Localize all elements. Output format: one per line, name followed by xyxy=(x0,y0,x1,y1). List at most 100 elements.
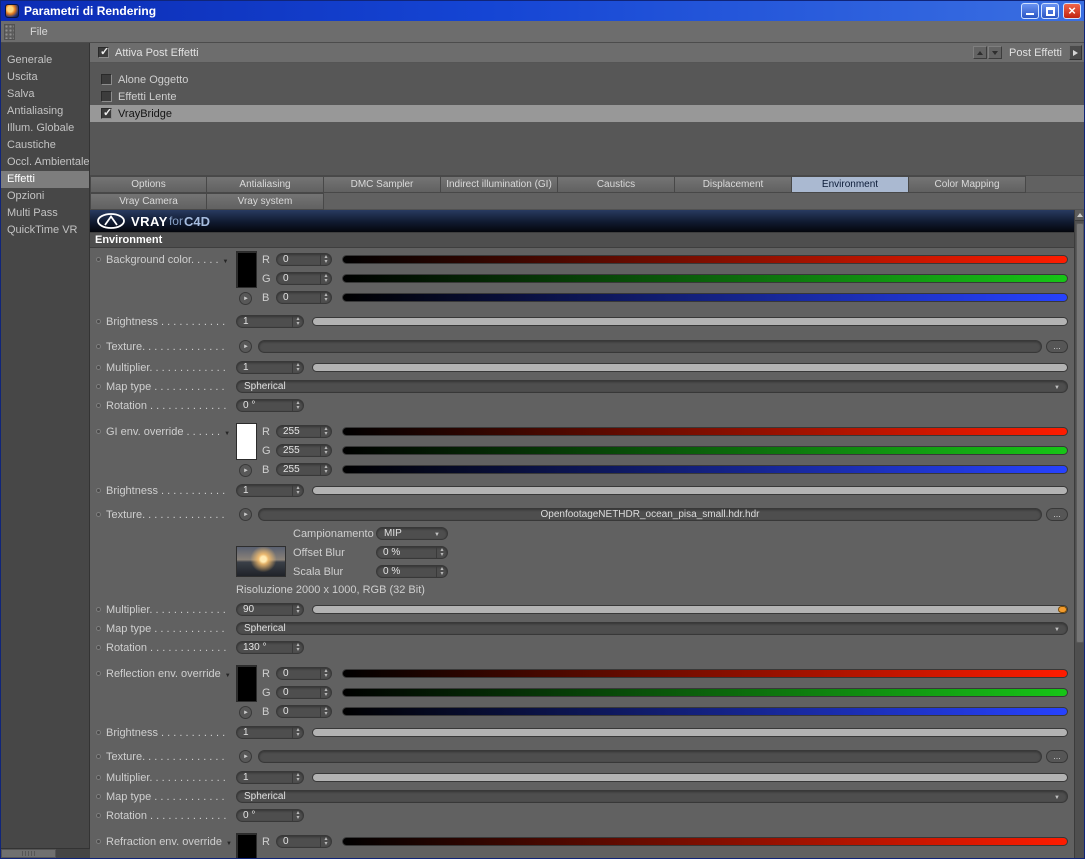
move-up-button[interactable] xyxy=(973,46,987,59)
expand-triangle-icon[interactable] xyxy=(224,426,230,438)
sampling-dropdown[interactable]: MIP xyxy=(376,527,448,540)
red-slider[interactable] xyxy=(342,669,1068,678)
rotation-field[interactable]: 0 ° xyxy=(236,399,304,412)
spinner-icon[interactable] xyxy=(320,254,331,265)
blue-slider[interactable] xyxy=(342,707,1068,716)
tab-displacement[interactable]: Displacement xyxy=(675,176,792,193)
texture-field[interactable] xyxy=(258,750,1042,763)
multiplier-slider[interactable] xyxy=(312,605,1068,614)
enable-post-effects-checkbox[interactable] xyxy=(98,45,109,58)
sidebar-item-antialiasing[interactable]: Antialiasing xyxy=(1,103,89,120)
minimize-button[interactable] xyxy=(1021,3,1039,19)
r-value-field[interactable]: 255 xyxy=(276,425,332,438)
expand-triangle-icon[interactable] xyxy=(223,254,229,266)
multiplier-field[interactable]: 90 xyxy=(236,603,304,616)
g-value-field[interactable]: 0 xyxy=(276,686,332,699)
sidebar-horizontal-scrollbar[interactable] xyxy=(1,848,90,858)
texture-expand-button[interactable] xyxy=(239,340,252,353)
tab-color-mapping[interactable]: Color Mapping xyxy=(909,176,1026,193)
tab-options[interactable]: Options xyxy=(90,176,207,193)
brightness-field[interactable]: 1 xyxy=(236,484,304,497)
expand-triangle-icon[interactable] xyxy=(225,668,231,680)
spinner-icon[interactable] xyxy=(292,485,303,496)
r-value-field[interactable]: 0 xyxy=(276,253,332,266)
refraction-override-swatch[interactable] xyxy=(236,833,257,858)
b-value-field[interactable]: 255 xyxy=(276,463,332,476)
gi-override-swatch[interactable] xyxy=(236,423,257,460)
blue-slider[interactable] xyxy=(342,465,1068,474)
tab-dmc-sampler[interactable]: DMC Sampler xyxy=(324,176,441,193)
grip-icon[interactable] xyxy=(4,23,15,40)
brightness-slider[interactable] xyxy=(312,728,1068,737)
sidebar-item-occl-ambientale[interactable]: Occl. Ambientale xyxy=(1,154,89,171)
spinner-icon[interactable] xyxy=(320,426,331,437)
alone-oggetto-checkbox[interactable] xyxy=(101,74,112,85)
multiplier-slider[interactable] xyxy=(312,773,1068,782)
sidebar-item-opzioni[interactable]: Opzioni xyxy=(1,188,89,205)
green-slider[interactable] xyxy=(342,446,1068,455)
spinner-icon[interactable] xyxy=(320,836,331,847)
browse-button[interactable]: ... xyxy=(1046,750,1068,763)
tab-environment[interactable]: Environment xyxy=(792,176,909,193)
red-slider[interactable] xyxy=(342,427,1068,436)
rotation-field[interactable]: 130 ° xyxy=(236,641,304,654)
spinner-icon[interactable] xyxy=(292,316,303,327)
spinner-icon[interactable] xyxy=(436,547,447,558)
browse-button[interactable]: ... xyxy=(1046,340,1068,353)
texture-field[interactable] xyxy=(258,340,1042,353)
sidebar-item-multi-pass[interactable]: Multi Pass xyxy=(1,205,89,222)
spinner-icon[interactable] xyxy=(320,445,331,456)
scrollbar-handle[interactable] xyxy=(1075,223,1084,643)
tab-caustics[interactable]: Caustics xyxy=(558,176,675,193)
brightness-field[interactable]: 1 xyxy=(236,315,304,328)
reflection-override-swatch[interactable] xyxy=(236,665,257,702)
sidebar-item-illum-globale[interactable]: Illum. Globale xyxy=(1,120,89,137)
sidebar-item-uscita[interactable]: Uscita xyxy=(1,69,89,86)
texture-expand-button[interactable] xyxy=(239,750,252,763)
map-type-dropdown[interactable]: Spherical xyxy=(236,622,1068,635)
spinner-icon[interactable] xyxy=(320,706,331,717)
texture-field[interactable]: OpenfootageNETHDR_ocean_pisa_small.hdr.h… xyxy=(258,508,1042,521)
r-value-field[interactable]: 0 xyxy=(276,667,332,680)
sidebar-item-effetti[interactable]: Effetti xyxy=(1,171,89,188)
spinner-icon[interactable] xyxy=(292,400,303,411)
vertical-scrollbar[interactable] xyxy=(1074,210,1084,858)
tab-antialiasing[interactable]: Antialiasing xyxy=(207,176,324,193)
spinner-icon[interactable] xyxy=(292,727,303,738)
blue-slider[interactable] xyxy=(342,293,1068,302)
spinner-icon[interactable] xyxy=(292,772,303,783)
red-slider[interactable] xyxy=(342,837,1068,846)
sidebar-item-generale[interactable]: Generale xyxy=(1,52,89,69)
title-bar[interactable]: Parametri di Rendering xyxy=(1,1,1084,21)
slider-knob[interactable] xyxy=(1058,606,1067,613)
spinner-icon[interactable] xyxy=(320,273,331,284)
multiplier-slider[interactable] xyxy=(312,363,1068,372)
g-value-field[interactable]: 255 xyxy=(276,444,332,457)
effetti-lente-checkbox[interactable] xyxy=(101,91,112,102)
expand-triangle-icon[interactable] xyxy=(226,836,232,848)
sidebar-item-quicktime-vr[interactable]: QuickTime VR xyxy=(1,222,89,239)
multiplier-field[interactable]: 1 xyxy=(236,361,304,374)
brightness-field[interactable]: 1 xyxy=(236,726,304,739)
tab-vray-system[interactable]: Vray system xyxy=(207,193,324,210)
spinner-icon[interactable] xyxy=(292,642,303,653)
tab-vray-camera[interactable]: Vray Camera xyxy=(90,193,207,210)
menu-file[interactable]: File xyxy=(22,26,56,38)
texture-expand-button[interactable] xyxy=(239,508,252,521)
spinner-icon[interactable] xyxy=(292,604,303,615)
color-expand-button[interactable] xyxy=(239,292,252,305)
scrollbar-handle[interactable] xyxy=(1,849,56,858)
rotation-field[interactable]: 0 ° xyxy=(236,809,304,822)
background-color-swatch[interactable] xyxy=(236,251,257,288)
list-item-alone-oggetto[interactable]: Alone Oggetto xyxy=(90,71,1084,88)
brightness-slider[interactable] xyxy=(312,486,1068,495)
hdr-texture-thumbnail[interactable] xyxy=(236,546,286,577)
spinner-icon[interactable] xyxy=(320,292,331,303)
green-slider[interactable] xyxy=(342,274,1068,283)
list-item-effetti-lente[interactable]: Effetti Lente xyxy=(90,88,1084,105)
close-button[interactable] xyxy=(1063,3,1081,19)
b-value-field[interactable]: 0 xyxy=(276,291,332,304)
g-value-field[interactable]: 0 xyxy=(276,272,332,285)
map-type-dropdown[interactable]: Spherical xyxy=(236,790,1068,803)
maximize-button[interactable] xyxy=(1041,3,1059,19)
